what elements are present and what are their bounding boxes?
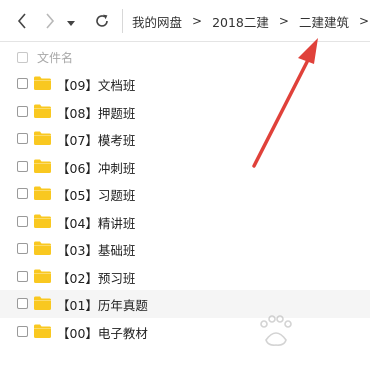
folder-name[interactable]: 【03】基础班 bbox=[57, 240, 135, 259]
breadcrumb-item-2018[interactable]: 2018二建 bbox=[212, 12, 269, 31]
folder-row[interactable]: 【09】文档班 bbox=[0, 70, 370, 98]
row-checkbox[interactable] bbox=[17, 325, 28, 337]
row-checkbox[interactable] bbox=[17, 133, 28, 144]
folder-name[interactable]: 【04】精讲班 bbox=[57, 213, 135, 232]
folder-icon bbox=[34, 296, 51, 310]
breadcrumb-item-current[interactable]: 二建建筑 bbox=[299, 12, 349, 31]
folder-name[interactable]: 【08】押题班 bbox=[57, 103, 135, 122]
chevron-right-icon bbox=[46, 13, 55, 29]
folder-icon bbox=[34, 214, 51, 228]
file-list-header: 文件名 bbox=[0, 42, 370, 72]
refresh-button[interactable] bbox=[92, 11, 112, 31]
caret-down-icon bbox=[67, 21, 75, 26]
row-checkbox[interactable] bbox=[17, 215, 28, 227]
breadcrumb-item-my-drive[interactable]: 我的网盘 bbox=[132, 12, 182, 31]
folder-row[interactable]: 【07】模考班 bbox=[0, 125, 370, 153]
refresh-icon bbox=[96, 14, 108, 27]
folder-icon bbox=[34, 104, 51, 118]
folder-name[interactable]: 【00】电子教材 bbox=[57, 323, 148, 342]
folder-icon bbox=[34, 186, 51, 200]
row-checkbox[interactable] bbox=[17, 105, 28, 117]
breadcrumb-separator: > bbox=[192, 14, 203, 28]
folder-icon bbox=[34, 131, 51, 145]
folder-row[interactable]: 【06】冲刺班 bbox=[0, 153, 370, 181]
select-all-checkbox[interactable] bbox=[17, 52, 28, 63]
folder-row[interactable]: 【02】预习班 bbox=[0, 263, 370, 291]
breadcrumb-separator: > bbox=[278, 14, 289, 28]
folder-icon bbox=[34, 269, 51, 283]
row-checkbox[interactable] bbox=[17, 298, 28, 309]
folder-name[interactable]: 【06】冲刺班 bbox=[57, 158, 135, 177]
column-header-filename[interactable]: 文件名 bbox=[37, 49, 73, 66]
row-checkbox[interactable] bbox=[17, 188, 28, 199]
folder-name[interactable]: 【02】预习班 bbox=[57, 268, 135, 287]
folder-row[interactable]: 【05】习题班 bbox=[0, 180, 370, 208]
folder-name[interactable]: 【01】历年真题 bbox=[57, 295, 148, 314]
row-checkbox[interactable] bbox=[17, 243, 28, 254]
back-button[interactable] bbox=[12, 11, 32, 31]
folder-name[interactable]: 【09】文档班 bbox=[57, 75, 135, 94]
forward-button[interactable] bbox=[40, 11, 60, 31]
navigation-bar: 我的网盘 > 2018二建 > 二建建筑 > bbox=[0, 0, 370, 42]
folder-row[interactable]: 【04】精讲班 bbox=[0, 208, 370, 236]
folder-icon bbox=[34, 159, 51, 173]
history-dropdown-button[interactable] bbox=[64, 11, 78, 31]
folder-name[interactable]: 【05】习题班 bbox=[57, 185, 135, 204]
folder-icon bbox=[34, 324, 51, 338]
file-list: 【09】文档班 【08】押题班 【07】模考班 【06】冲刺班 【05】习题班 … bbox=[0, 70, 370, 345]
folder-row[interactable]: 【01】历年真题 bbox=[0, 290, 370, 318]
folder-icon bbox=[34, 76, 51, 90]
chevron-left-icon bbox=[17, 13, 26, 29]
breadcrumb: 我的网盘 > 2018二建 > 二建建筑 > bbox=[132, 0, 370, 42]
row-checkbox[interactable] bbox=[17, 160, 28, 172]
folder-row[interactable]: 【08】押题班 bbox=[0, 98, 370, 126]
folder-icon bbox=[34, 241, 51, 255]
folder-name[interactable]: 【07】模考班 bbox=[57, 130, 135, 149]
folder-row[interactable]: 【00】电子教材 bbox=[0, 318, 370, 346]
row-checkbox[interactable] bbox=[17, 270, 28, 282]
row-checkbox[interactable] bbox=[17, 78, 28, 89]
folder-row[interactable]: 【03】基础班 bbox=[0, 235, 370, 263]
nav-divider bbox=[122, 9, 123, 33]
breadcrumb-separator: > bbox=[358, 14, 370, 28]
